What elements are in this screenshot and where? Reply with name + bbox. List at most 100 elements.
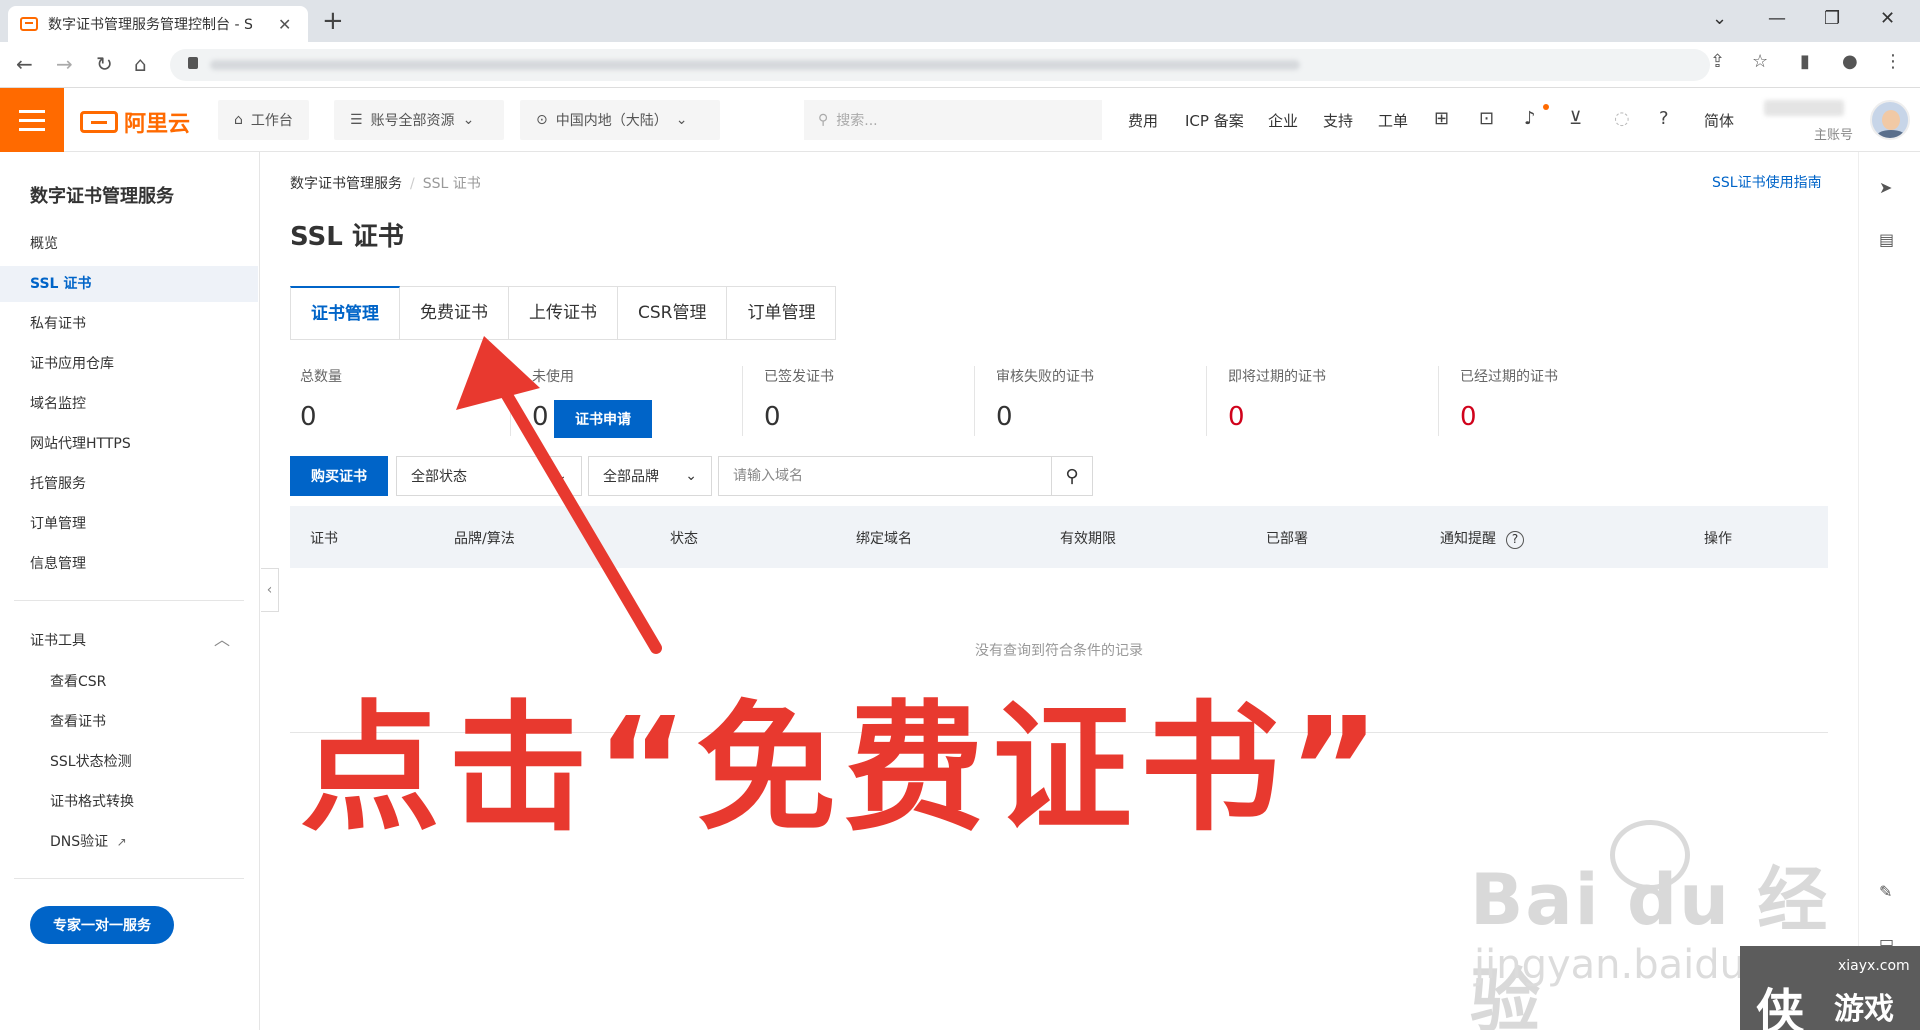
stat-value: 0 [1228,402,1245,432]
sidebar-item-format-convert[interactable]: 证书格式转换 [0,784,258,820]
col-notification-label: 通知提醒 [1440,531,1496,547]
cart-icon[interactable]: ⊻ [1569,108,1582,129]
col-status: 状态 [670,531,698,547]
chevron-down-icon: ⌄ [555,468,567,484]
grid-icon[interactable]: ⊞ [1434,108,1449,129]
edit-icon[interactable]: ✎ [1879,882,1892,901]
console-top-nav: 阿里云 ⌂ 工作台 ☰ 账号全部资源 ⌄ ⊙ 中国内地（大陆） ⌄ ⚲ 搜索..… [0,88,1920,152]
stat-divider [1206,366,1207,436]
minimize-button[interactable]: — [1768,8,1786,29]
status-filter-select[interactable]: 全部状态 ⌄ [396,456,582,496]
side-panel-icon[interactable]: ▮ [1800,51,1810,72]
sidebar-divider [14,878,244,879]
sidebar-item-cert-repo[interactable]: 证书应用仓库 [0,346,258,382]
home-icon[interactable]: ⌂ [134,52,147,76]
stat-divider [742,366,743,436]
avatar[interactable] [1870,100,1910,140]
aliyun-logo[interactable]: 阿里云 [80,106,190,138]
nav-link-ticket[interactable]: 工单 [1378,110,1408,131]
stat-issued: 已签发证书 0 [764,366,964,432]
back-arrow-icon[interactable]: ← [16,52,33,76]
help-icon[interactable]: ? [1506,531,1524,549]
region-label: 中国内地（大陆） [555,113,668,129]
sidebar-item-https-proxy[interactable]: 网站代理HTTPS [0,426,258,462]
chevron-down-icon: ⌄ [685,468,697,484]
tab-csr-management[interactable]: CSR管理 [618,286,728,340]
browser-tab[interactable]: 数字证书管理服务管理控制台 - S ✕ [8,6,308,42]
account-name-blurred [1764,100,1844,116]
stat-divider [974,366,975,436]
annotation-text: 点击“免费证书” [300,688,1389,851]
sidebar-item-dns-verify[interactable]: DNS验证 ↗ [0,824,258,860]
page-title: SSL 证书 [290,222,404,252]
expert-service-button[interactable]: 专家一对一服务 [30,906,174,944]
sidebar-item-view-cert[interactable]: 查看证书 [0,704,258,740]
sidebar-item-ssl-check[interactable]: SSL状态检测 [0,744,258,780]
forward-arrow-icon[interactable]: → [56,52,73,76]
profile-icon[interactable]: ● [1842,51,1858,72]
document-icon[interactable]: ▤ [1879,230,1894,249]
col-domain: 绑定域名 [856,531,912,547]
tab-order-management[interactable]: 订单管理 [727,286,837,340]
breadcrumb-item[interactable]: 数字证书管理服务 [290,176,402,192]
tab-search-icon[interactable]: ⌄ [1712,8,1727,29]
col-brand: 品牌/算法 [454,531,515,547]
chevron-down-icon: ⌄ [462,112,475,128]
bulb-icon[interactable]: ◌ [1614,108,1630,129]
sidebar-item-info[interactable]: 信息管理 [0,546,258,582]
apply-cert-button[interactable]: 证书申请 [554,400,652,438]
terminal-icon[interactable]: ⊡ [1479,108,1494,129]
tab-upload-cert[interactable]: 上传证书 [509,286,618,340]
domain-search-button[interactable]: ⚲ [1051,456,1093,496]
home-icon: ⌂ [234,112,243,128]
brand-filter-select[interactable]: 全部品牌 ⌄ [588,456,712,496]
sidebar-item-hosting[interactable]: 托管服务 [0,466,258,502]
region-selector[interactable]: ⊙ 中国内地（大陆） ⌄ [520,100,720,140]
maximize-button[interactable]: ❐ [1824,8,1840,29]
tab-cert-management[interactable]: 证书管理 [290,286,400,340]
reload-icon[interactable]: ↻ [96,52,113,76]
sidebar-item-ssl[interactable]: SSL 证书 [0,266,258,302]
bell-icon[interactable]: ♪ [1524,108,1536,129]
chevron-up-icon[interactable]: ︿ [214,626,230,650]
browser-menu-icon[interactable]: ⋮ [1884,51,1902,72]
hamburger-menu-button[interactable] [0,88,64,152]
sidebar-item-domain-monitor[interactable]: 域名监控 [0,386,258,422]
corner-big: 侠 [1756,984,1805,1030]
new-tab-button[interactable]: + [322,6,344,36]
ssl-guide-link[interactable]: SSL证书使用指南 [1712,172,1822,192]
col-actions: 操作 [1704,531,1732,547]
sidebar-item-private-cert[interactable]: 私有证书 [0,306,258,342]
cert-tabs: 证书管理 免费证书 上传证书 CSR管理 订单管理 [290,286,837,340]
share-icon[interactable]: ⇪ [1710,51,1725,72]
sidebar-collapse-button[interactable]: ‹ [261,568,279,612]
sidebar-item-overview[interactable]: 概览 [0,226,258,262]
stat-value: 0 [996,402,1013,432]
console-search-input[interactable]: ⚲ 搜索... [804,100,1102,140]
bookmark-star-icon[interactable]: ☆ [1752,51,1768,72]
nav-link-fees[interactable]: 费用 [1128,110,1158,131]
resource-selector[interactable]: ☰ 账号全部资源 ⌄ [334,100,504,140]
corner-site: xiayx.com [1838,958,1910,974]
help-icon[interactable]: ? [1659,108,1669,129]
nav-link-support[interactable]: 支持 [1323,110,1353,131]
right-tool-rail: ➤ ▤ ✎ ▭ [1858,152,1920,1030]
tab-free-cert[interactable]: 免费证书 [400,286,509,340]
stat-divider [1438,366,1439,436]
breadcrumb-current: SSL 证书 [422,176,481,192]
workbench-button[interactable]: ⌂ 工作台 [218,100,309,140]
nav-link-enterprise[interactable]: 企业 [1268,110,1298,131]
domain-search-input[interactable] [718,456,1052,496]
nav-link-icp[interactable]: ICP 备案 [1185,110,1244,131]
sidebar-item-orders[interactable]: 订单管理 [0,506,258,542]
sidebar-group-tools[interactable]: 证书工具 [30,630,86,650]
tab-title: 数字证书管理服务管理控制台 - S [48,17,253,33]
breadcrumb: 数字证书管理服务 / SSL 证书 [290,176,481,192]
sidebar-item-view-csr[interactable]: 查看CSR [0,664,258,700]
tab-close-icon[interactable]: ✕ [278,15,291,34]
pin-icon[interactable]: ➤ [1879,178,1892,197]
url-field[interactable] [170,49,1710,81]
window-close-button[interactable]: ✕ [1880,8,1895,29]
language-switch[interactable]: 简体 [1704,110,1734,131]
buy-cert-button[interactable]: 购买证书 [290,456,388,496]
